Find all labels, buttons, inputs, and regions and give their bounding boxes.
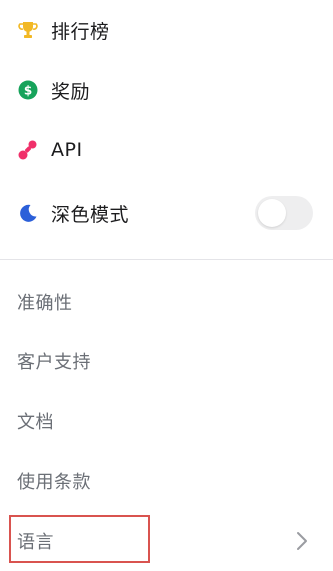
menu-item-label: API bbox=[51, 139, 83, 161]
api-link-icon bbox=[17, 139, 39, 161]
toggle-knob bbox=[258, 199, 286, 227]
menu-item-label: 客户支持 bbox=[17, 352, 91, 373]
menu-item-label: 深色模式 bbox=[51, 203, 130, 226]
divider bbox=[0, 259, 333, 260]
menu-item-label: 排行榜 bbox=[51, 20, 110, 43]
trophy-icon bbox=[17, 19, 39, 41]
menu-item-label: 使用条款 bbox=[17, 472, 91, 493]
menu-item-rewards[interactable]: $ 奖励 bbox=[0, 66, 333, 114]
chevron-right-icon bbox=[295, 530, 309, 552]
settings-menu: 排行榜 $ 奖励 API 深色模式 准确性 客户支持 文档 使用条款 语言 bbox=[0, 0, 333, 571]
dollar-coin-icon: $ bbox=[17, 79, 39, 101]
menu-item-customer-support[interactable]: 客户支持 bbox=[0, 337, 333, 385]
menu-item-dark-mode[interactable]: 深色模式 bbox=[0, 189, 333, 237]
menu-item-terms-of-use[interactable]: 使用条款 bbox=[0, 457, 333, 505]
menu-item-label: 文档 bbox=[17, 412, 54, 433]
menu-item-documentation[interactable]: 文档 bbox=[0, 397, 333, 445]
language-highlight-box bbox=[9, 515, 150, 563]
moon-icon bbox=[17, 202, 39, 224]
menu-item-label: 奖励 bbox=[51, 80, 91, 103]
menu-item-api[interactable]: API bbox=[0, 126, 333, 174]
menu-item-accuracy[interactable]: 准确性 bbox=[0, 278, 333, 326]
svg-text:$: $ bbox=[24, 84, 32, 98]
dark-mode-toggle[interactable] bbox=[255, 196, 313, 230]
menu-item-label: 准确性 bbox=[17, 293, 73, 314]
menu-item-leaderboard[interactable]: 排行榜 bbox=[0, 6, 333, 54]
